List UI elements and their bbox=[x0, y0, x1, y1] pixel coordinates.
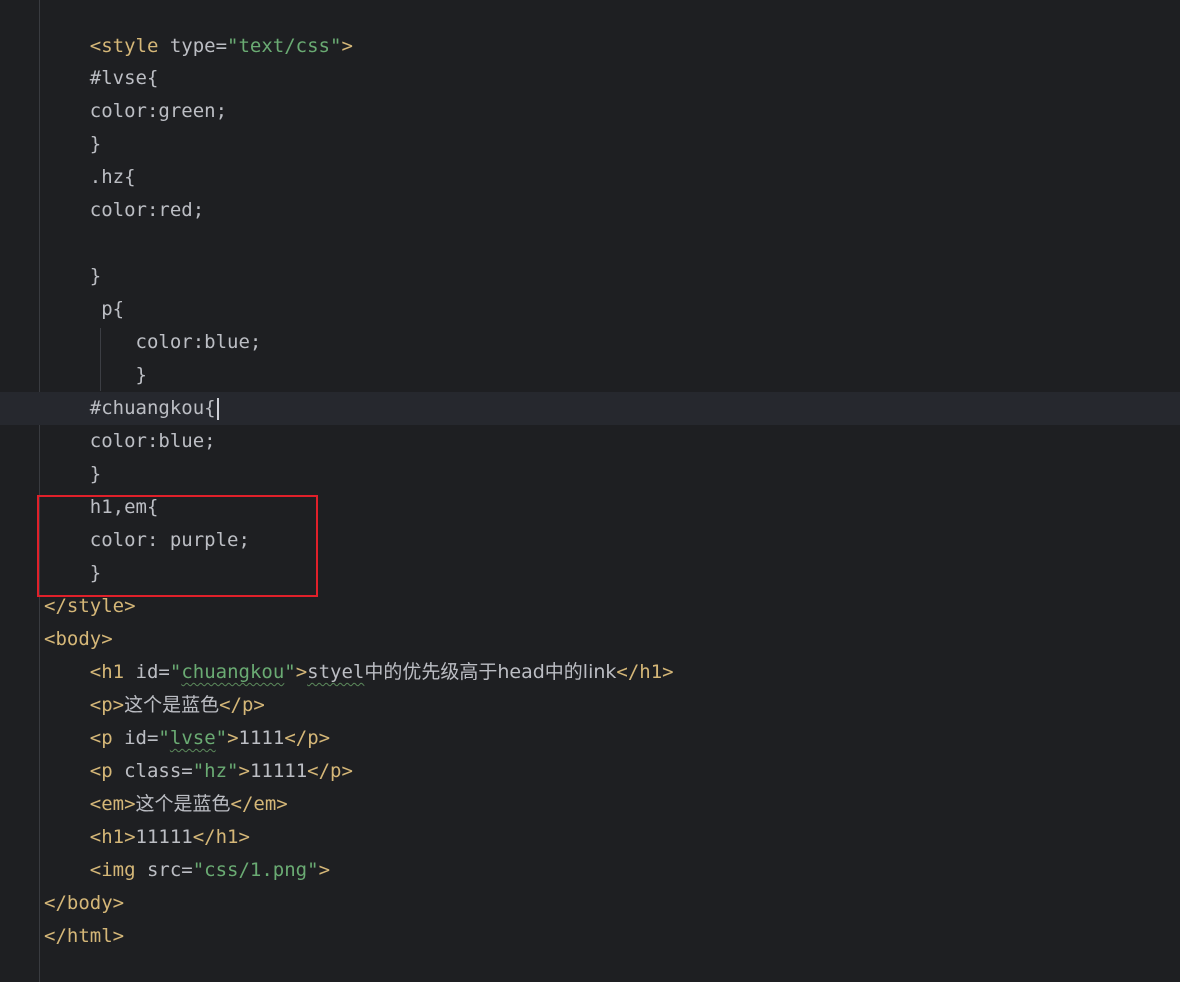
code-line[interactable]: <body> bbox=[44, 623, 113, 656]
code-line[interactable]: <p>这个是蓝色</p> bbox=[44, 689, 265, 722]
tag-close: </style> bbox=[44, 595, 136, 617]
gutter-divider bbox=[39, 0, 40, 982]
css-declaration: color:blue; bbox=[89, 430, 216, 452]
code-line[interactable]: color:green; bbox=[44, 95, 227, 128]
tag-close: > bbox=[318, 859, 331, 881]
code-line[interactable]: <p class="hz">11111</p> bbox=[44, 755, 353, 788]
tag-end: </em> bbox=[230, 793, 288, 815]
tag-close: > bbox=[238, 760, 250, 782]
text-content: 这个是蓝色 bbox=[135, 793, 231, 815]
annotation-highlight-box bbox=[37, 495, 318, 597]
css-brace: } bbox=[89, 133, 102, 155]
code-line[interactable]: </body> bbox=[44, 887, 124, 920]
tag-open: <style bbox=[89, 35, 159, 57]
text-content: 1111 bbox=[238, 727, 285, 749]
text-content: 中的优先级高于head中的link bbox=[364, 661, 617, 683]
attr-value: "css/1.png" bbox=[192, 859, 319, 881]
css-brace: } bbox=[89, 463, 102, 485]
tag-open: <h1> bbox=[89, 826, 136, 848]
tag-open: <p bbox=[89, 760, 113, 782]
attr-name: class= bbox=[112, 760, 193, 782]
tag-end: </h1> bbox=[616, 661, 674, 683]
code-line[interactable]: <p id="lvse">1111</p> bbox=[44, 722, 330, 755]
attr-quote: " bbox=[169, 661, 182, 683]
attr-value: chuangkou bbox=[181, 661, 285, 683]
code-line[interactable]: <img src="css/1.png"> bbox=[44, 854, 330, 887]
attr-quote: " bbox=[215, 727, 228, 749]
tag-close: </body> bbox=[44, 892, 125, 914]
attr-quote: " bbox=[284, 661, 296, 683]
text-content: styel bbox=[307, 661, 365, 683]
css-selector: p{ bbox=[101, 298, 125, 320]
tag-end: </p> bbox=[307, 760, 353, 782]
css-selector: #lvse{ bbox=[89, 67, 159, 89]
tag-open: <em> bbox=[89, 793, 136, 815]
text-content: 11111 bbox=[135, 826, 193, 848]
css-declaration: color:red; bbox=[89, 199, 205, 221]
text-content: 11111 bbox=[249, 760, 308, 782]
attr-value: "text/css" bbox=[227, 35, 342, 57]
code-line[interactable]: } bbox=[44, 458, 101, 491]
css-declaration: color:green; bbox=[89, 100, 228, 122]
code-line[interactable]: p{ bbox=[44, 293, 124, 326]
code-line[interactable]: #lvse{ bbox=[44, 62, 159, 95]
tag-close: > bbox=[227, 727, 239, 749]
tag-close: > bbox=[295, 661, 308, 683]
css-selector: .hz{ bbox=[89, 166, 136, 188]
attr-name: id= bbox=[112, 727, 159, 749]
tag-close: </html> bbox=[44, 925, 125, 947]
code-line[interactable]: } bbox=[44, 128, 101, 161]
attr-name: id= bbox=[124, 661, 170, 683]
tag-open: <h1 bbox=[89, 661, 125, 683]
css-brace: } bbox=[89, 265, 102, 287]
code-editor[interactable]: <style type="text/css"> #lvse{ color:gre… bbox=[0, 0, 1180, 982]
attr-value: "hz" bbox=[192, 760, 239, 782]
tag-end: </p> bbox=[284, 727, 331, 749]
css-selector: #chuangkou{ bbox=[89, 397, 216, 419]
attr-value: lvse bbox=[169, 727, 216, 749]
attr-name: src= bbox=[135, 859, 193, 881]
tag-open: <img bbox=[89, 859, 136, 881]
tag-end: </p> bbox=[219, 694, 265, 716]
code-line[interactable]: <style type="text/css"> bbox=[44, 0, 353, 57]
css-declaration: color:blue; bbox=[135, 331, 262, 353]
code-line[interactable]: color:red; bbox=[44, 194, 204, 227]
tag-open: <body> bbox=[44, 628, 113, 650]
css-brace: } bbox=[135, 364, 147, 386]
code-line[interactable]: } bbox=[44, 359, 147, 392]
code-line[interactable]: <em>这个是蓝色</em> bbox=[44, 788, 288, 821]
code-line[interactable]: } bbox=[44, 260, 101, 293]
tag-open: <p> bbox=[89, 694, 125, 716]
text-content: 这个是蓝色 bbox=[124, 694, 220, 716]
code-line[interactable]: .hz{ bbox=[44, 161, 136, 194]
tag-open: <p bbox=[89, 727, 113, 749]
attr-name: type= bbox=[158, 35, 228, 57]
tag-end: </h1> bbox=[192, 826, 250, 848]
text-caret bbox=[216, 397, 219, 420]
code-line[interactable]: color:blue; bbox=[44, 425, 216, 458]
code-line[interactable]: </html> bbox=[44, 920, 124, 953]
code-line[interactable]: <h1>11111</h1> bbox=[44, 821, 250, 854]
code-line[interactable]: color:blue; bbox=[44, 326, 262, 359]
attr-quote: " bbox=[158, 727, 170, 749]
tag-close: > bbox=[341, 35, 353, 57]
code-line-current[interactable]: #chuangkou{ bbox=[44, 392, 219, 425]
code-line[interactable]: <h1 id="chuangkou">styel中的优先级高于head中的lin… bbox=[44, 656, 674, 689]
